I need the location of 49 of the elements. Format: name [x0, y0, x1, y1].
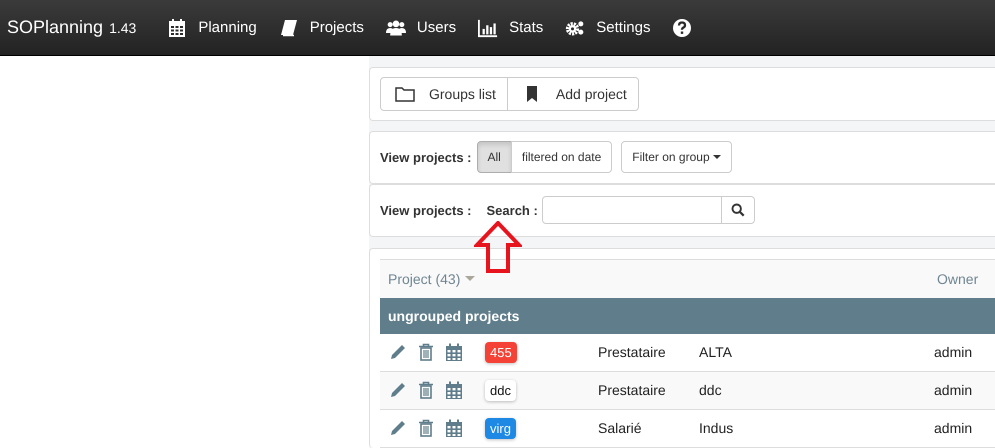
- group-filter-dropdown[interactable]: Filter on group: [621, 141, 732, 174]
- pencil-icon[interactable]: [389, 343, 407, 362]
- filter-toggle-button[interactable]: filtered on date: [510, 141, 612, 174]
- nav-link[interactable]: Users: [386, 18, 456, 38]
- nav-link[interactable]: Stats: [478, 18, 544, 38]
- folder-icon: [395, 86, 415, 102]
- column-header[interactable]: Owner: [937, 270, 995, 287]
- brand-name[interactable]: SOPlanning: [7, 17, 104, 38]
- table-cell-text: Indus: [699, 420, 734, 436]
- annotation-arrow: [474, 220, 522, 273]
- version-label: 1.43: [109, 20, 136, 36]
- table-cell-text: Prestataire: [598, 344, 667, 360]
- project-tag: ddc: [485, 380, 516, 401]
- search-button[interactable]: [720, 196, 755, 224]
- calendar-icon[interactable]: [445, 343, 463, 362]
- users-icon: [386, 18, 406, 38]
- group-title: ungrouped projects: [388, 308, 520, 324]
- column-header[interactable]: Project (43): [388, 270, 460, 287]
- project-tag: virg: [485, 418, 516, 439]
- table-cell: admin: [934, 420, 972, 436]
- view-projects-label: View projects :: [380, 202, 472, 218]
- calendar-icon[interactable]: [445, 419, 463, 438]
- pencil-icon[interactable]: [389, 419, 407, 438]
- table-cell-text: ALTA: [699, 344, 733, 360]
- project-tag: 455: [485, 342, 517, 363]
- search-field[interactable]: [542, 196, 722, 224]
- trash-icon[interactable]: [417, 419, 435, 438]
- nav-link[interactable]: Projects: [278, 18, 364, 38]
- table-cell-text: ddc: [699, 382, 723, 398]
- toolbar-button[interactable]: Add project: [506, 76, 639, 111]
- view-projects-label: View projects :: [380, 150, 472, 165]
- table-cell: admin: [934, 382, 972, 398]
- help-icon: [672, 18, 692, 38]
- toolbar-button[interactable]: Groups list: [380, 76, 508, 111]
- sort-caret-icon: [465, 276, 476, 282]
- table-cell-text: Salarié: [598, 420, 643, 436]
- table-cell: admin: [934, 344, 972, 360]
- table-cell-text: Prestataire: [598, 382, 667, 398]
- search-label: Search :: [486, 202, 538, 218]
- nav-link[interactable]: Planning: [167, 18, 257, 38]
- bar-chart-icon: [478, 18, 498, 38]
- calendar-icon[interactable]: [445, 381, 463, 400]
- trash-icon[interactable]: [417, 381, 435, 400]
- calendar-icon: [167, 18, 188, 38]
- nav-link[interactable]: Settings: [565, 18, 650, 38]
- search-icon: [730, 203, 745, 218]
- pencil-icon[interactable]: [389, 381, 407, 400]
- trash-icon[interactable]: [417, 343, 435, 362]
- filter-toggle-button[interactable]: All: [476, 141, 512, 174]
